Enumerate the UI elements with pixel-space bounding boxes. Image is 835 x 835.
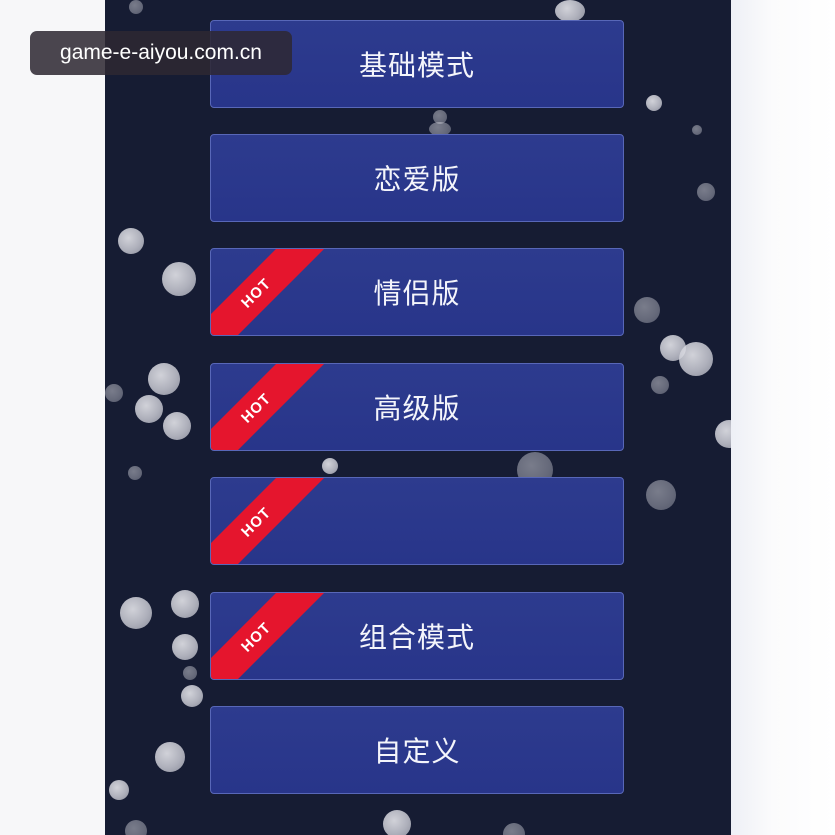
mode-label: 恋爱版 [373,163,461,196]
hot-badge-text: HOT [237,389,275,427]
bubble-decoration [181,685,203,707]
bubble-decoration [697,183,715,201]
mode-button-custom[interactable]: 自定义 [210,706,624,794]
bubble-decoration [651,376,669,394]
hot-ribbon-badge: HOT [211,593,329,679]
bubble-decoration [383,810,411,835]
hot-ribbon-badge: HOT [211,249,329,335]
hot-badge-text: HOT [237,274,275,312]
hot-badge-text: HOT [237,503,275,541]
bubble-decoration [109,780,129,800]
bubble-decoration [120,597,152,629]
mode-label: 组合模式 [358,621,475,654]
hot-badge-text: HOT [237,618,275,656]
mode-label: 高级版 [373,392,461,425]
bubble-decoration [503,823,525,835]
mode-button-hidden[interactable]: HOT [210,477,624,565]
watermark-label: game-e-aiyou.com.cn [30,31,292,75]
bubble-decoration [646,480,676,510]
bubble-decoration [105,384,123,402]
bubble-decoration [634,297,660,323]
mode-button-combo[interactable]: HOT 组合模式 [210,592,624,680]
bubble-decoration [679,342,713,376]
bubble-decoration [162,262,196,296]
bubble-decoration [692,125,702,135]
bubble-decoration [171,590,199,618]
bubble-decoration [172,634,198,660]
bubble-decoration [155,742,185,772]
mode-label: 基础模式 [358,49,475,82]
bubble-decoration [118,228,144,254]
hot-ribbon-badge: HOT [211,478,329,564]
game-mode-screen: 基础模式 恋爱版 HOT 情侣版 HOT 高级版 HOT HOT 组合模式 自定… [105,0,731,835]
mode-button-romance[interactable]: 恋爱版 [210,134,624,222]
bubble-decoration [646,95,662,111]
bubble-decoration [183,666,197,680]
bubble-decoration [129,0,143,14]
mode-label: 自定义 [373,735,461,768]
mode-label: 情侣版 [373,277,461,310]
bubble-decoration [125,820,147,835]
bubble-decoration [322,458,338,474]
hot-ribbon-badge: HOT [211,364,329,450]
bubble-decoration [163,412,191,440]
right-margin-background [731,0,835,835]
mode-button-couple[interactable]: HOT 情侣版 [210,248,624,336]
bubble-decoration [555,0,585,22]
mode-button-advanced[interactable]: HOT 高级版 [210,363,624,451]
bubble-decoration [148,363,180,395]
bubble-decoration [715,420,731,448]
bubble-decoration [128,466,142,480]
bubble-decoration [135,395,163,423]
